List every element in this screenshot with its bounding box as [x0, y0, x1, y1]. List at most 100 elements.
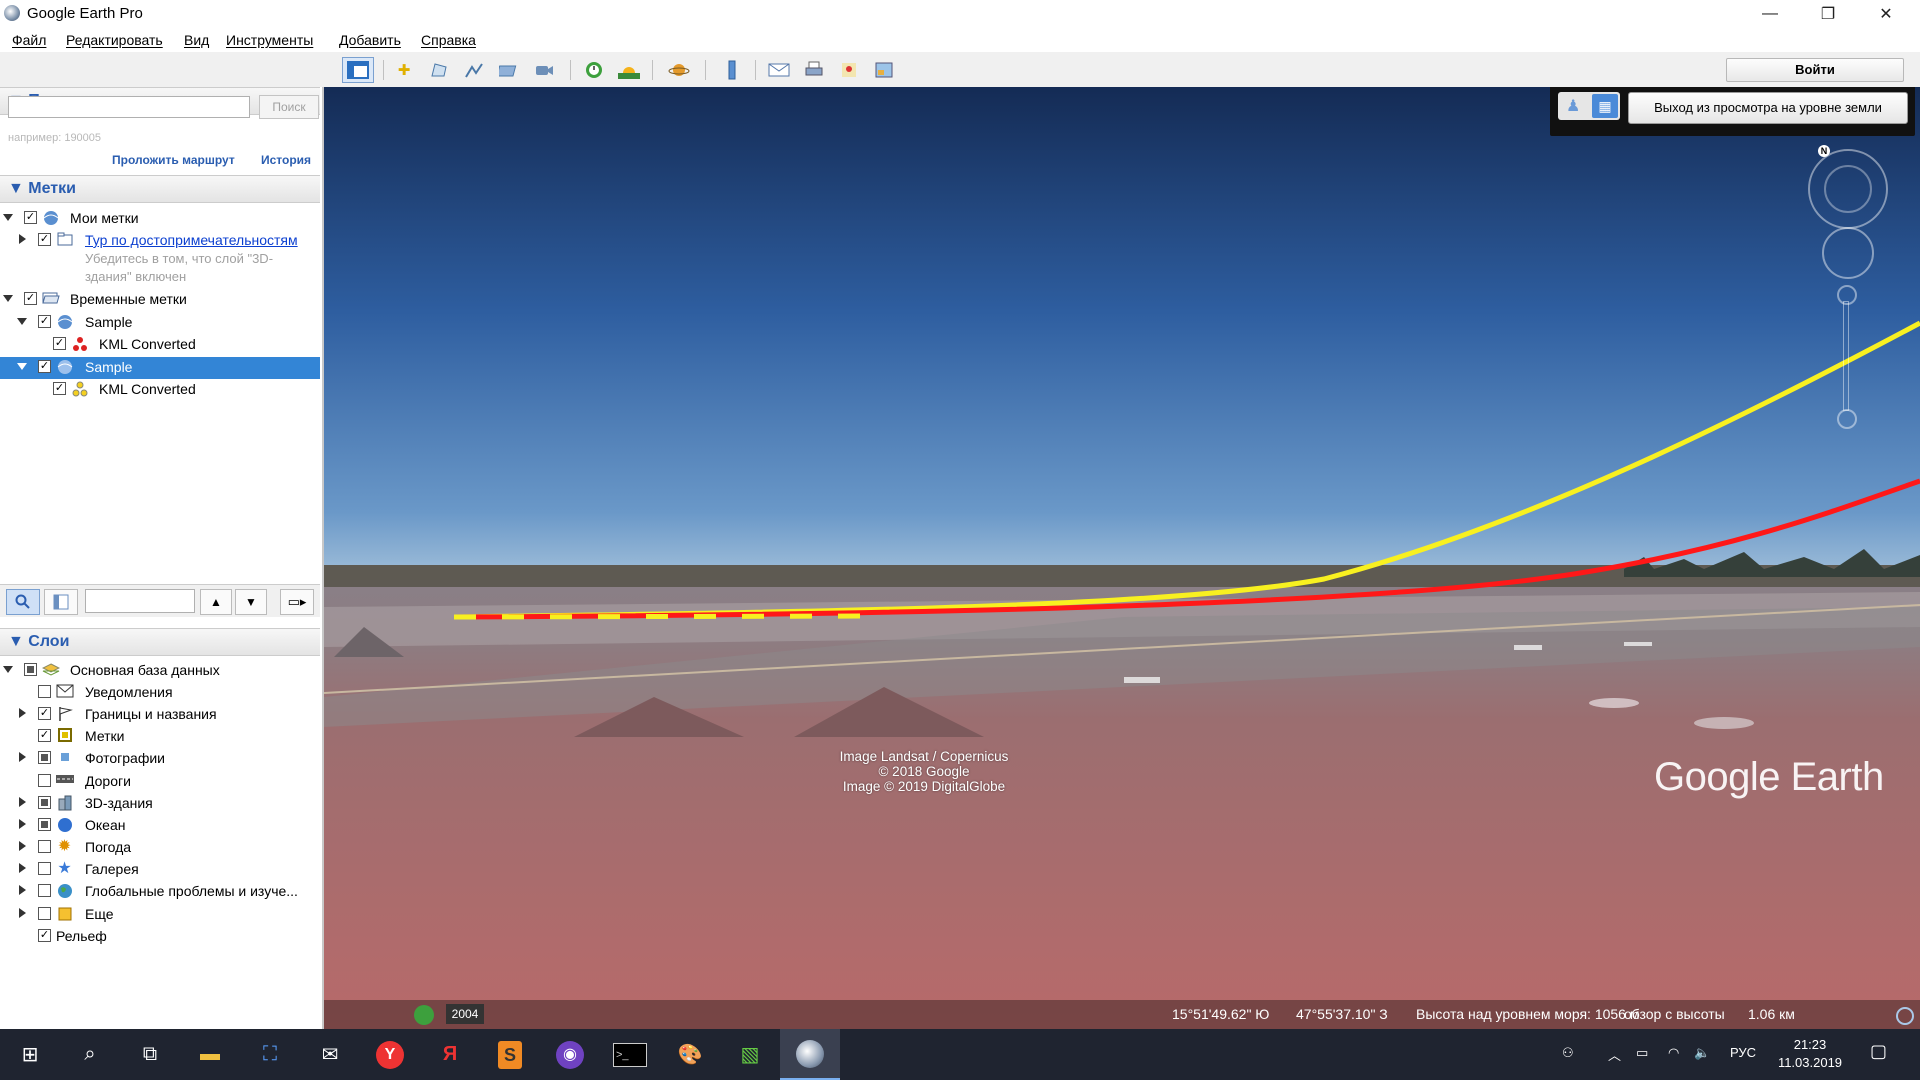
volume-icon[interactable]: 🔈: [1694, 1045, 1710, 1061]
people-icon[interactable]: ⚇: [1562, 1045, 1574, 1061]
terminal-icon[interactable]: >_: [600, 1029, 660, 1080]
checkbox[interactable]: ✓: [24, 211, 37, 224]
exit-ground-view-button[interactable]: Выход из просмотра на уровне земли: [1628, 92, 1908, 124]
look-joystick[interactable]: [1824, 165, 1872, 213]
layer-global-awareness[interactable]: Глобальные проблемы и изуче...: [0, 881, 320, 903]
tree-item-tour[interactable]: ✓ Тур по достопримечательностям: [0, 230, 320, 252]
history-link[interactable]: История: [261, 153, 311, 167]
store-icon[interactable]: ⛶: [240, 1029, 300, 1080]
person-icon[interactable]: ♟: [1566, 96, 1580, 116]
expand-arrow-icon[interactable]: [19, 708, 26, 718]
checkbox[interactable]: ✓: [38, 729, 51, 742]
layer-gallery[interactable]: ★ Галерея: [0, 859, 320, 881]
layer-primary-database[interactable]: Основная база данных: [0, 660, 320, 682]
sidebar-toggle-icon[interactable]: [342, 57, 374, 83]
input-language[interactable]: РУС: [1730, 1045, 1756, 1060]
checkbox[interactable]: ✓: [38, 707, 51, 720]
layer-ocean[interactable]: Океан: [0, 815, 320, 837]
checkbox[interactable]: ✓: [53, 337, 66, 350]
checkbox[interactable]: ✓: [53, 382, 66, 395]
checkbox[interactable]: ✓: [38, 233, 51, 246]
layer-places[interactable]: ✓ Метки: [0, 726, 320, 748]
wifi-icon[interactable]: ◠: [1668, 1045, 1679, 1061]
folder-menu-icon[interactable]: ▭▸: [280, 589, 314, 615]
zoom-slider[interactable]: [1843, 301, 1849, 411]
layer-borders[interactable]: ✓ Границы и названия: [0, 704, 320, 726]
print-icon[interactable]: [800, 57, 828, 83]
route-link[interactable]: Проложить маршрут: [112, 153, 235, 167]
layer-roads[interactable]: Дороги: [0, 771, 320, 793]
polygon-icon[interactable]: [425, 57, 453, 83]
checkbox[interactable]: ✓: [38, 315, 51, 328]
checkbox[interactable]: [24, 663, 37, 676]
move-up-icon[interactable]: ▲: [200, 589, 232, 615]
yandex-browser-icon[interactable]: Y: [360, 1029, 420, 1080]
move-down-icon[interactable]: ▼: [235, 589, 267, 615]
checkbox[interactable]: [38, 818, 51, 831]
expand-arrow-icon[interactable]: [19, 797, 26, 807]
expand-arrow-icon[interactable]: [19, 863, 26, 873]
checkbox[interactable]: [38, 884, 51, 897]
record-tour-icon[interactable]: [530, 57, 558, 83]
checkbox[interactable]: ✓: [38, 929, 51, 942]
building-view-icon[interactable]: ▦: [1592, 94, 1618, 118]
historical-imagery-icon[interactable]: [414, 1005, 434, 1025]
checkbox[interactable]: [38, 751, 51, 764]
expand-arrow-icon[interactable]: [17, 363, 27, 370]
login-button[interactable]: Войти: [1726, 58, 1904, 82]
paint-icon[interactable]: 🎨: [660, 1029, 720, 1080]
email-icon[interactable]: [765, 57, 793, 83]
github-icon[interactable]: ◉: [540, 1029, 600, 1080]
expand-arrow-icon[interactable]: [3, 214, 13, 221]
image-overlay-icon[interactable]: [495, 57, 523, 83]
expand-arrow-icon[interactable]: [3, 295, 13, 302]
ruler-icon[interactable]: [718, 57, 746, 83]
zoom-out-icon[interactable]: [1837, 409, 1857, 429]
tray-expand-icon[interactable]: ︿: [1608, 1045, 1621, 1064]
mail-icon[interactable]: ✉: [300, 1029, 360, 1080]
move-joystick[interactable]: [1822, 227, 1874, 279]
expand-arrow-icon[interactable]: [19, 752, 26, 762]
task-view-icon[interactable]: ⧉: [120, 1029, 180, 1080]
search-icon[interactable]: ⌕: [60, 1029, 120, 1080]
close-button[interactable]: ✕: [1858, 0, 1914, 28]
menu-tools[interactable]: Инструменты: [226, 32, 313, 48]
battery-icon[interactable]: ▭: [1636, 1045, 1648, 1061]
historical-imagery-icon[interactable]: [580, 57, 608, 83]
menu-help[interactable]: Справка: [421, 32, 476, 48]
clock[interactable]: 21:23 11.03.2019: [1775, 1036, 1845, 1072]
sunlight-icon[interactable]: [615, 57, 643, 83]
restore-button[interactable]: ❐: [1800, 0, 1856, 28]
search-places-icon[interactable]: [6, 589, 40, 615]
menu-file[interactable]: Файл: [12, 32, 46, 48]
checkbox[interactable]: [38, 840, 51, 853]
menu-view[interactable]: Вид: [184, 32, 209, 48]
tree-item-my-places[interactable]: ✓ Мои метки: [0, 208, 320, 230]
planets-icon[interactable]: [665, 57, 693, 83]
minimize-button[interactable]: —: [1742, 0, 1798, 28]
layer-weather[interactable]: ✹ Погода: [0, 837, 320, 859]
checkbox[interactable]: ✓: [24, 292, 37, 305]
expand-arrow-icon[interactable]: [17, 318, 27, 325]
places-filter-input[interactable]: [85, 589, 195, 613]
start-windows-icon[interactable]: ⊞: [0, 1029, 60, 1080]
sidebar-panel-icon[interactable]: [44, 589, 78, 615]
chart-editor-icon[interactable]: ▧: [720, 1029, 780, 1080]
tree-item-kml-converted[interactable]: ✓ KML Converted: [0, 334, 320, 356]
checkbox[interactable]: ✓: [38, 360, 51, 373]
checkbox[interactable]: [38, 774, 51, 787]
menu-edit[interactable]: Редактировать: [66, 32, 163, 48]
expand-arrow-icon[interactable]: [19, 234, 26, 244]
checkbox[interactable]: [38, 796, 51, 809]
checkbox[interactable]: [38, 907, 51, 920]
layer-3d-buildings[interactable]: 3D-здания: [0, 793, 320, 815]
tour-link[interactable]: Тур по достопримечательностям: [85, 232, 298, 248]
expand-arrow-icon[interactable]: [3, 666, 13, 673]
save-image-icon[interactable]: [870, 57, 898, 83]
sublime-text-icon[interactable]: S: [480, 1029, 540, 1080]
search-input[interactable]: [8, 96, 250, 118]
map-view[interactable]: ♟ ▦ Выход из просмотра на уровне земли N…: [324, 87, 1920, 1029]
layers-panel-header[interactable]: ▼ Слои: [0, 628, 320, 656]
tree-item-kml-converted[interactable]: ✓ KML Converted: [0, 379, 320, 401]
search-button[interactable]: Поиск: [259, 95, 319, 119]
